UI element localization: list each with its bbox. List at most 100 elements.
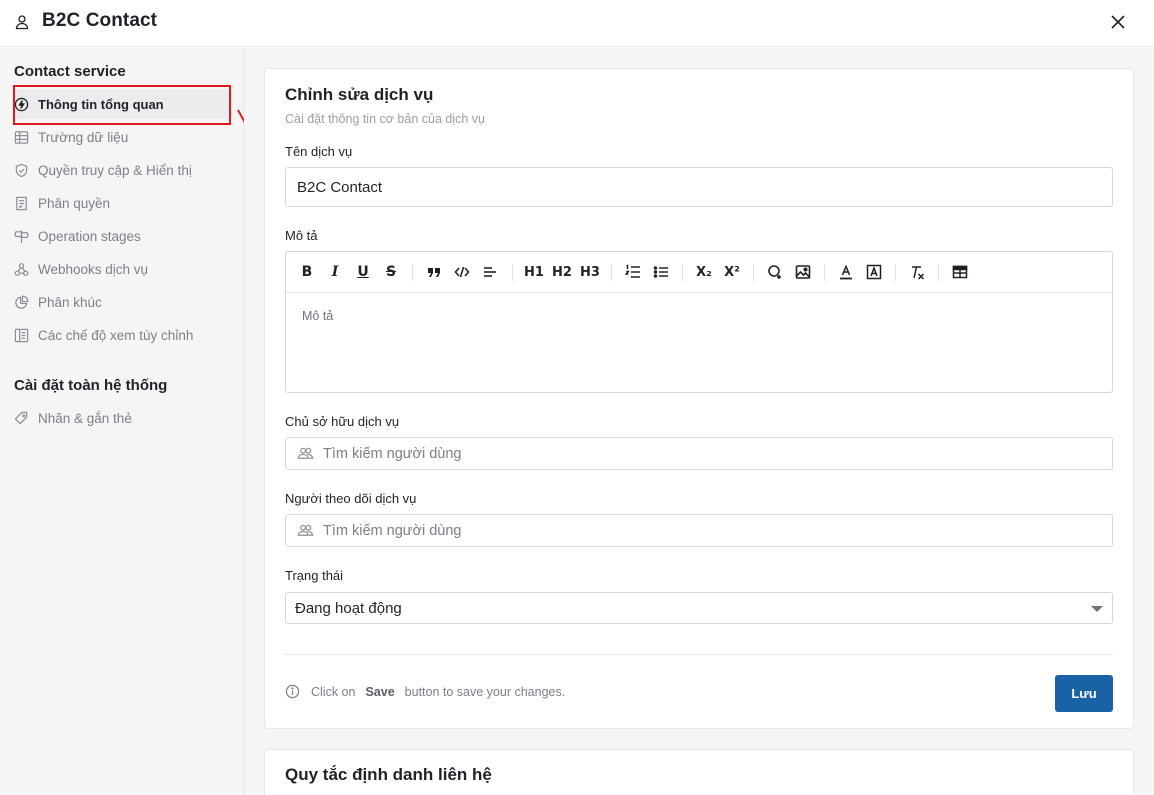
name-label: Tên dịch vụ xyxy=(285,144,353,159)
toolbar-divider xyxy=(611,264,612,281)
toolbar-divider xyxy=(512,264,513,281)
list-check-icon xyxy=(12,194,30,212)
tag-icon xyxy=(12,409,30,427)
quote-button[interactable] xyxy=(424,262,444,282)
add-circle-icon xyxy=(768,265,781,279)
dialog-title: B2C Contact xyxy=(42,10,158,31)
highlight-icon xyxy=(866,264,882,280)
heading3-button[interactable]: H3 xyxy=(580,262,600,282)
sidebar-item-segments[interactable]: Phân khúc xyxy=(12,287,232,317)
align-button[interactable] xyxy=(480,262,500,282)
heading1-button[interactable]: H1 xyxy=(524,262,544,282)
webhook-icon xyxy=(12,260,30,278)
sidebar-item-label: Operation stages xyxy=(38,228,141,244)
insert-media-button[interactable] xyxy=(765,262,785,282)
name-input[interactable] xyxy=(285,167,1113,207)
lightning-icon xyxy=(12,95,30,113)
highlight-button[interactable] xyxy=(864,262,884,282)
table-icon xyxy=(952,265,968,279)
toolbar-divider xyxy=(938,264,939,281)
description-label: Mô tả xyxy=(285,228,318,243)
sidebar-item-overview[interactable]: Thông tin tổng quan xyxy=(12,89,232,119)
sidebar-item-label: Trường dữ liệu xyxy=(38,129,129,145)
toolbar-divider xyxy=(824,264,825,281)
identity-rules-title: Quy tắc định danh liên hệ xyxy=(285,765,492,784)
sidebar-item-permissions[interactable]: Phân quyền xyxy=(12,188,232,218)
bold-button[interactable]: B xyxy=(297,262,317,282)
code-icon xyxy=(454,266,470,278)
bullet-list-button[interactable] xyxy=(651,262,671,282)
description-placeholder: Mô tả xyxy=(302,309,334,323)
close-icon[interactable] xyxy=(1109,13,1127,31)
owner-search-input[interactable] xyxy=(323,445,1112,462)
strikethrough-button[interactable]: S xyxy=(381,262,401,282)
sidebar-item-webhooks[interactable]: Webhooks dịch vụ xyxy=(12,254,232,284)
dialog-header: B2C Contact xyxy=(0,0,1154,47)
code-button[interactable] xyxy=(452,262,472,282)
ordered-list-icon xyxy=(625,264,640,278)
save-hint: Click on Save button to save your change… xyxy=(285,684,565,699)
subscript-button[interactable]: X₂ xyxy=(694,262,714,282)
bullet-list-icon xyxy=(653,266,668,278)
sidebar-item-operation-stages[interactable]: Operation stages xyxy=(12,221,232,251)
hint-text-bold: Save xyxy=(365,684,395,699)
image-button[interactable] xyxy=(793,262,813,282)
layout-icon xyxy=(12,326,30,344)
toolbar-divider xyxy=(895,264,896,281)
toolbar-divider xyxy=(753,264,754,281)
save-button[interactable]: Lưu xyxy=(1055,675,1113,712)
text-color-icon xyxy=(840,264,852,280)
align-icon xyxy=(484,267,496,277)
sidebar-item-label: Phân khúc xyxy=(38,294,102,310)
form-divider xyxy=(285,654,1113,655)
users-icon xyxy=(297,445,315,463)
ordered-list-button[interactable] xyxy=(623,262,643,282)
sidebar-item-label: Các chế độ xem tùy chỉnh xyxy=(38,327,194,343)
hint-text-post: button to save your changes. xyxy=(404,684,566,699)
underline-button[interactable]: U xyxy=(353,262,373,282)
sidebar-section-title-2: Cài đặt toàn hệ thống xyxy=(14,377,168,394)
table-button[interactable] xyxy=(950,262,970,282)
sidebar-item-label: Webhooks dịch vụ xyxy=(38,261,149,277)
sidebar-item-access[interactable]: Quyền truy cập & Hiển thị xyxy=(12,155,232,185)
chevron-down-icon xyxy=(1091,606,1103,612)
status-value: Đang hoạt động xyxy=(295,599,402,617)
clear-format-button[interactable] xyxy=(907,262,927,282)
text-color-button[interactable] xyxy=(836,262,856,282)
status-select[interactable]: Đang hoạt động xyxy=(285,592,1113,624)
quote-icon xyxy=(428,268,440,277)
sidebar-section-title: Contact service xyxy=(14,63,126,80)
signpost-icon xyxy=(12,227,30,245)
sidebar-item-fields[interactable]: Trường dữ liệu xyxy=(12,122,232,152)
follower-search-field[interactable] xyxy=(285,514,1113,547)
info-icon xyxy=(285,684,300,699)
status-label: Trạng thái xyxy=(285,568,344,583)
editor-toolbar: B I U S H1 H2 H3 X₂ X² xyxy=(286,252,1112,293)
owner-search-field[interactable] xyxy=(285,437,1113,470)
table-icon xyxy=(12,128,30,146)
hint-text-pre: Click on xyxy=(311,684,356,699)
sidebar-item-label: Thông tin tổng quan xyxy=(38,96,164,112)
sidebar-item-tags[interactable]: Nhãn & gắn thẻ xyxy=(12,403,232,433)
superscript-button[interactable]: X² xyxy=(722,262,742,282)
form-title: Chỉnh sửa dịch vụ xyxy=(285,85,434,104)
sidebar-item-label: Quyền truy cập & Hiển thị xyxy=(38,162,192,178)
shield-check-icon xyxy=(12,161,30,179)
owner-label: Chủ sở hữu dịch vụ xyxy=(285,414,400,429)
heading2-button[interactable]: H2 xyxy=(552,262,572,282)
clear-format-icon xyxy=(912,266,925,280)
pie-chart-icon xyxy=(12,293,30,311)
sidebar-item-label: Phân quyền xyxy=(38,195,111,211)
users-icon xyxy=(297,522,315,540)
follower-label: Người theo dõi dịch vụ xyxy=(285,491,417,506)
toolbar-divider xyxy=(412,264,413,281)
sidebar-item-custom-views[interactable]: Các chế độ xem tùy chỉnh xyxy=(12,320,232,350)
form-subtitle: Cài đặt thông tin cơ bản của dịch vụ xyxy=(285,112,485,126)
image-icon xyxy=(795,265,811,279)
toolbar-divider xyxy=(682,264,683,281)
sidebar-item-label: Nhãn & gắn thẻ xyxy=(38,410,132,426)
italic-button[interactable]: I xyxy=(325,262,345,282)
follower-search-input[interactable] xyxy=(323,522,1112,539)
user-icon xyxy=(15,15,29,30)
description-editor[interactable]: B I U S H1 H2 H3 X₂ X² Mô tả xyxy=(285,251,1113,393)
